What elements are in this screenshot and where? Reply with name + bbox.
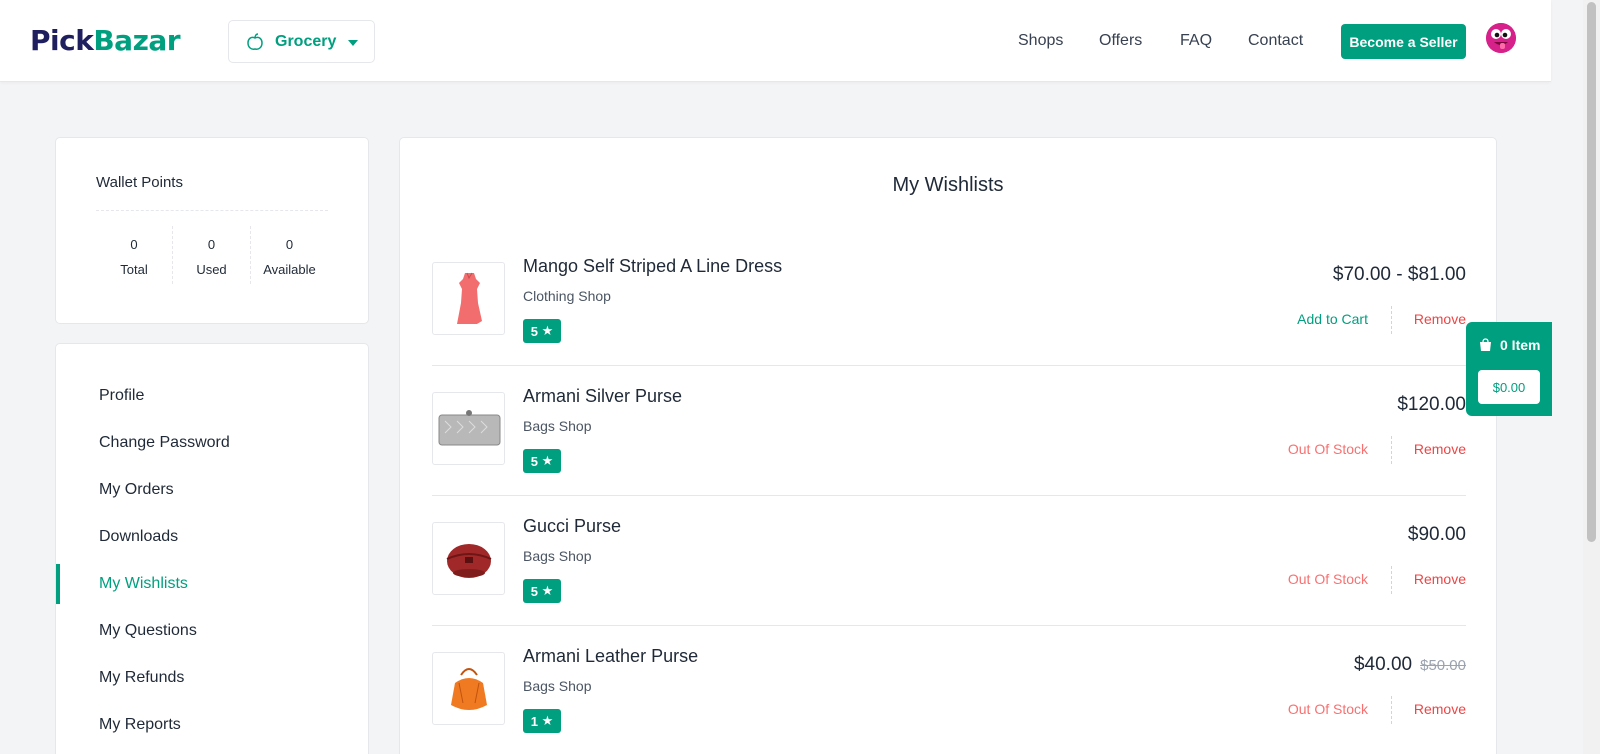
out-of-stock-label: Out Of Stock bbox=[1287, 701, 1368, 717]
product-thumbnail[interactable] bbox=[432, 262, 505, 335]
scrollbar-thumb[interactable] bbox=[1587, 2, 1596, 542]
apple-icon bbox=[247, 32, 263, 50]
nav-faq[interactable]: FAQ bbox=[1180, 32, 1212, 50]
out-of-stock-label: Out Of Stock bbox=[1287, 571, 1368, 587]
nav-shops[interactable]: Shops bbox=[1018, 32, 1063, 50]
action-divider bbox=[1391, 306, 1392, 334]
page-title: My Wishlists bbox=[892, 174, 1004, 196]
product-thumbnail[interactable] bbox=[432, 652, 505, 725]
product-name[interactable]: Armani Leather Purse bbox=[523, 646, 698, 667]
account-sidebar: Profile Change Password My Orders Downlo… bbox=[55, 343, 369, 754]
page-scrollbar[interactable] bbox=[1583, 0, 1600, 754]
action-divider bbox=[1391, 696, 1392, 724]
price-value: $70.00 - $81.00 bbox=[1332, 264, 1466, 285]
rating-badge: 5 ★ bbox=[523, 579, 561, 603]
sidebar-item-my-orders[interactable]: My Orders bbox=[99, 481, 174, 499]
rating-value: 5 bbox=[530, 323, 538, 339]
sidebar-item-my-reports[interactable]: My Reports bbox=[99, 716, 181, 734]
cart-count-text: 0 Item bbox=[1500, 337, 1541, 353]
product-price: $70.00 - $81.00 bbox=[1333, 264, 1466, 286]
active-indicator bbox=[56, 564, 60, 604]
logo-text-bazar: Bazar bbox=[93, 24, 181, 57]
old-price: $50.00 bbox=[1420, 657, 1466, 674]
group-selector[interactable]: Grocery bbox=[228, 20, 375, 63]
sidebar-item-my-questions[interactable]: My Questions bbox=[99, 622, 197, 640]
wallet-available: 0 Available bbox=[250, 226, 328, 284]
rating-value: 1 bbox=[530, 713, 538, 729]
orange-bag-image bbox=[451, 668, 487, 710]
nav-offers[interactable]: Offers bbox=[1099, 32, 1142, 50]
price-value: $90.00 bbox=[1407, 524, 1466, 545]
product-name[interactable]: Armani Silver Purse bbox=[523, 386, 682, 407]
shop-name: Bags Shop bbox=[523, 678, 592, 694]
star-icon: ★ bbox=[541, 583, 554, 598]
product-name[interactable]: Mango Self Striped A Line Dress bbox=[523, 256, 782, 277]
shop-name: Bags Shop bbox=[523, 418, 592, 434]
group-selector-label: Grocery bbox=[275, 32, 337, 50]
silver-purse-image bbox=[438, 410, 501, 446]
product-name[interactable]: Gucci Purse bbox=[523, 516, 621, 537]
wallet-used: 0 Used bbox=[172, 226, 250, 284]
floating-cart-button[interactable]: 0 Item $0.00 bbox=[1466, 322, 1552, 416]
remove-button[interactable]: Remove bbox=[1414, 441, 1466, 457]
wishlist-panel: My Wishlists Mango Self Striped A Line D… bbox=[399, 137, 1497, 754]
wallet-divider bbox=[96, 210, 328, 211]
rating-value: 5 bbox=[530, 453, 538, 469]
wishlist-item: Armani Silver Purse Bags Shop 5 ★ $120.0… bbox=[432, 366, 1466, 496]
become-seller-button[interactable]: Become a Seller bbox=[1341, 24, 1466, 59]
product-price: $90.00 bbox=[1408, 524, 1466, 546]
wishlist-item: Gucci Purse Bags Shop 5 ★ $90.00 Out Of … bbox=[432, 496, 1466, 626]
remove-button[interactable]: Remove bbox=[1414, 701, 1466, 717]
product-price: $40.00 $50.00 bbox=[1354, 654, 1466, 676]
red-purse-image bbox=[446, 544, 492, 578]
out-of-stock-label: Out Of Stock bbox=[1287, 441, 1368, 457]
sidebar-item-downloads[interactable]: Downloads bbox=[99, 528, 178, 546]
cart-item-count: 0 Item bbox=[1479, 337, 1540, 353]
sidebar-item-my-refunds[interactable]: My Refunds bbox=[99, 669, 184, 687]
sidebar-item-change-password[interactable]: Change Password bbox=[99, 434, 230, 452]
add-to-cart-button[interactable]: Add to Cart bbox=[1297, 311, 1368, 327]
top-header: PickBazar Grocery Shops Offers FAQ Conta… bbox=[0, 0, 1551, 82]
product-price: $120.00 bbox=[1397, 394, 1466, 416]
wishlist-item: Armani Leather Purse Bags Shop 1 ★ $40.0… bbox=[432, 626, 1466, 754]
pickbazar-logo[interactable]: PickBazar bbox=[30, 24, 181, 57]
star-icon: ★ bbox=[541, 453, 554, 468]
action-divider bbox=[1391, 436, 1392, 464]
wallet-used-value: 0 bbox=[207, 237, 216, 252]
wallet-total-value: 0 bbox=[130, 237, 138, 252]
price-value: $40.00 bbox=[1353, 654, 1413, 675]
rating-value: 5 bbox=[530, 583, 538, 599]
rating-badge: 1 ★ bbox=[523, 709, 561, 733]
wallet-available-label: Available bbox=[263, 262, 316, 277]
logo-text-pick: Pick bbox=[30, 24, 94, 57]
rating-badge: 5 ★ bbox=[523, 449, 561, 473]
user-avatar[interactable] bbox=[1486, 23, 1516, 53]
cart-total: $0.00 bbox=[1478, 370, 1540, 404]
wallet-available-value: 0 bbox=[285, 237, 294, 252]
action-divider bbox=[1391, 566, 1392, 594]
chevron-down-icon bbox=[348, 40, 358, 46]
wallet-total: 0 Total bbox=[95, 226, 173, 284]
wishlist-item: Mango Self Striped A Line Dress Clothing… bbox=[432, 236, 1466, 366]
shop-name: Clothing Shop bbox=[523, 288, 611, 304]
dress-image bbox=[457, 272, 482, 324]
wallet-points-card: Wallet Points 0 Total 0 Used 0 Available bbox=[55, 137, 369, 324]
product-thumbnail[interactable] bbox=[432, 392, 505, 465]
avatar-monster-icon bbox=[1486, 23, 1516, 53]
wallet-used-label: Used bbox=[196, 262, 227, 277]
star-icon: ★ bbox=[541, 713, 554, 728]
sidebar-item-my-wishlists[interactable]: My Wishlists bbox=[99, 575, 188, 593]
shopping-bag-icon bbox=[1480, 338, 1491, 351]
remove-button[interactable]: Remove bbox=[1414, 571, 1466, 587]
shop-name: Bags Shop bbox=[523, 548, 592, 564]
star-icon: ★ bbox=[541, 323, 554, 338]
sidebar-item-profile[interactable]: Profile bbox=[99, 387, 144, 405]
wallet-title: Wallet Points bbox=[96, 174, 183, 191]
nav-contact[interactable]: Contact bbox=[1248, 32, 1303, 50]
product-thumbnail[interactable] bbox=[432, 522, 505, 595]
wallet-total-label: Total bbox=[120, 262, 148, 277]
rating-badge: 5 ★ bbox=[523, 319, 561, 343]
price-value: $120.00 bbox=[1397, 394, 1466, 415]
remove-button[interactable]: Remove bbox=[1414, 311, 1466, 327]
